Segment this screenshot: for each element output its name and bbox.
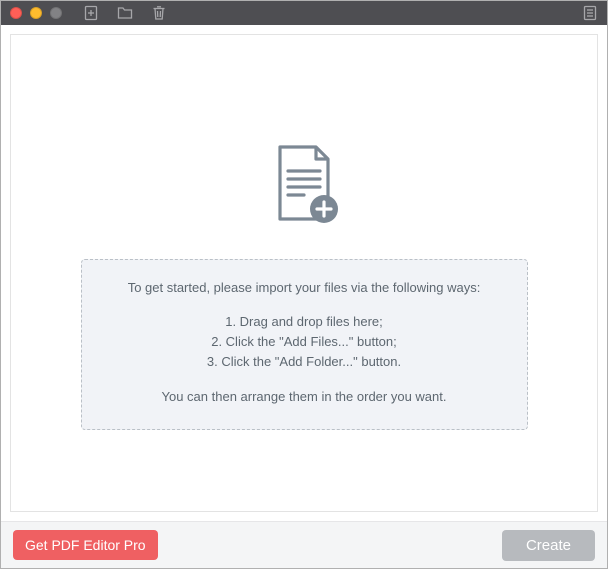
toolbar-icons xyxy=(83,5,167,21)
content-area: To get started, please import your files… xyxy=(1,25,607,521)
add-files-icon[interactable] xyxy=(83,5,99,21)
delete-icon[interactable] xyxy=(151,5,167,21)
instructions-steps: 1. Drag and drop files here; 2. Click th… xyxy=(92,312,517,372)
footer: Get PDF Editor Pro Create xyxy=(1,521,607,568)
minimize-window-button[interactable] xyxy=(30,7,42,19)
add-folder-icon[interactable] xyxy=(117,5,133,21)
window-controls xyxy=(10,7,62,19)
instructions-intro: To get started, please import your files… xyxy=(92,278,517,298)
close-window-button[interactable] xyxy=(10,7,22,19)
get-pro-button[interactable]: Get PDF Editor Pro xyxy=(13,530,158,560)
instructions-outro: You can then arrange them in the order y… xyxy=(92,387,517,407)
instruction-step-3: 3. Click the "Add Folder..." button. xyxy=(92,352,517,372)
instruction-step-2: 2. Click the "Add Files..." button; xyxy=(92,332,517,352)
instructions-box: To get started, please import your files… xyxy=(81,259,528,430)
document-add-icon xyxy=(264,143,344,229)
create-button[interactable]: Create xyxy=(502,530,595,561)
app-window: To get started, please import your files… xyxy=(0,0,608,569)
titlebar xyxy=(1,1,607,25)
zoom-window-button[interactable] xyxy=(50,7,62,19)
drop-zone[interactable]: To get started, please import your files… xyxy=(10,34,598,512)
instruction-step-1: 1. Drag and drop files here; xyxy=(92,312,517,332)
preferences-icon[interactable] xyxy=(582,5,598,21)
